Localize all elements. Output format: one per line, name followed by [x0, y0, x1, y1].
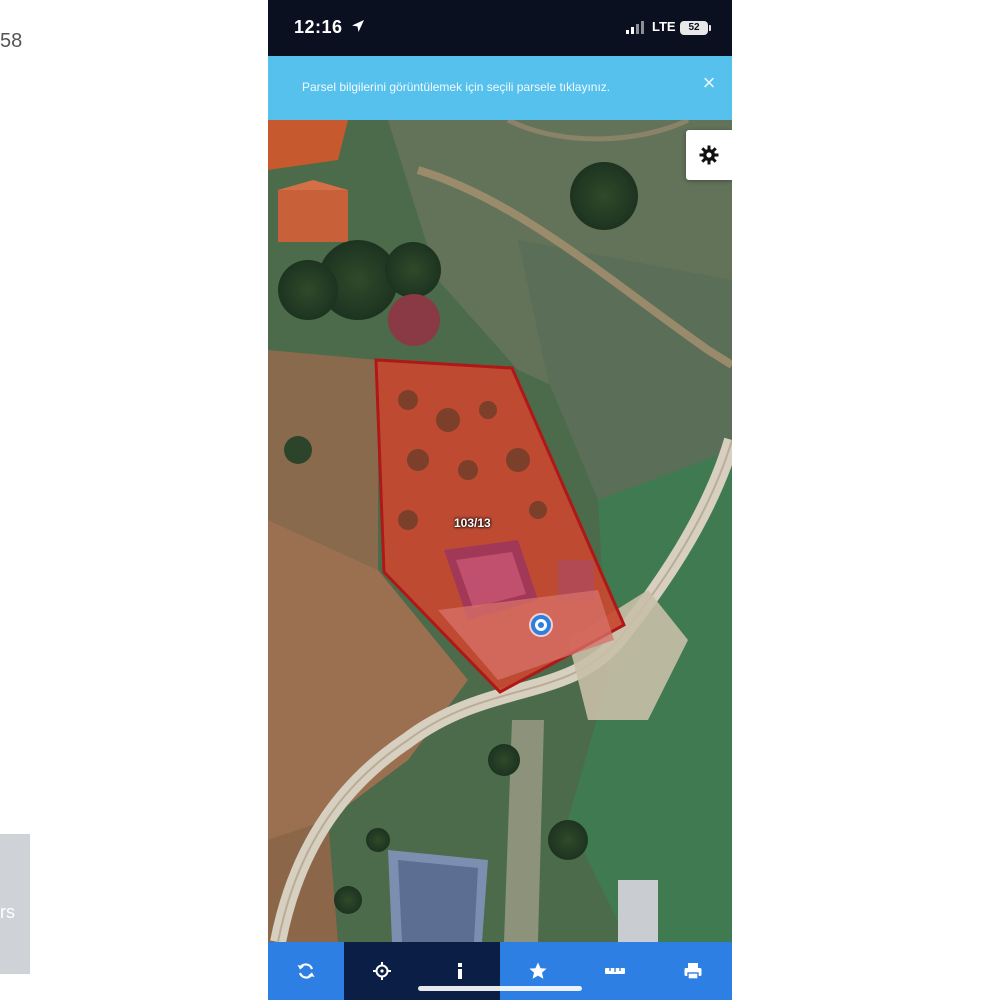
status-bar: 12:16 LTE 52	[268, 0, 732, 56]
banner-message: Parsel bilgilerini görüntülemek için seç…	[302, 80, 611, 94]
map-imagery[interactable]	[268, 120, 732, 942]
refresh-label: Refresh	[268, 942, 269, 943]
info-icon	[458, 963, 462, 979]
parcel-label[interactable]: 103/13	[454, 516, 491, 530]
locate-label: Locate	[344, 942, 345, 943]
phone-screen: 12:16 LTE 52 Parsel bilgilerini görüntül…	[268, 0, 732, 1000]
background-side-text: rs	[0, 902, 15, 922]
bottom-toolbar: Refresh Locate Info Favorite	[268, 942, 732, 1000]
measure-label: Measure	[576, 942, 577, 943]
star-icon	[529, 962, 547, 979]
status-time: 12:16	[294, 17, 343, 37]
map-settings-button[interactable]	[686, 130, 732, 180]
battery-icon: 52	[680, 21, 708, 35]
location-arrow-icon	[352, 20, 364, 32]
close-icon[interactable]: ×	[698, 72, 720, 94]
locate-button[interactable]: Locate	[344, 942, 420, 1000]
refresh-button[interactable]: Refresh	[268, 942, 344, 1000]
info-button[interactable]: Info	[420, 942, 500, 1000]
info-label: Info	[420, 942, 421, 943]
satellite-map[interactable]: 103/13	[268, 120, 732, 942]
print-label: Print	[654, 942, 655, 943]
network-type: LTE	[652, 19, 676, 34]
printer-icon	[684, 963, 702, 980]
crosshair-icon	[373, 962, 391, 980]
info-banner: Parsel bilgilerini görüntülemek için seç…	[268, 56, 732, 120]
favorite-button[interactable]: Favorite	[500, 942, 576, 1000]
measure-button[interactable]: Measure	[576, 942, 654, 1000]
signal-icon	[626, 21, 644, 34]
battery-tip	[709, 25, 711, 31]
refresh-icon	[297, 963, 315, 979]
ruler-icon	[605, 968, 625, 974]
background-page-number: 58	[0, 30, 23, 52]
favorite-label: Favorite	[500, 942, 501, 943]
location-marker[interactable]	[531, 615, 551, 635]
print-button[interactable]: Print	[654, 942, 732, 1000]
home-indicator[interactable]	[418, 986, 582, 991]
gear-icon	[699, 145, 719, 165]
